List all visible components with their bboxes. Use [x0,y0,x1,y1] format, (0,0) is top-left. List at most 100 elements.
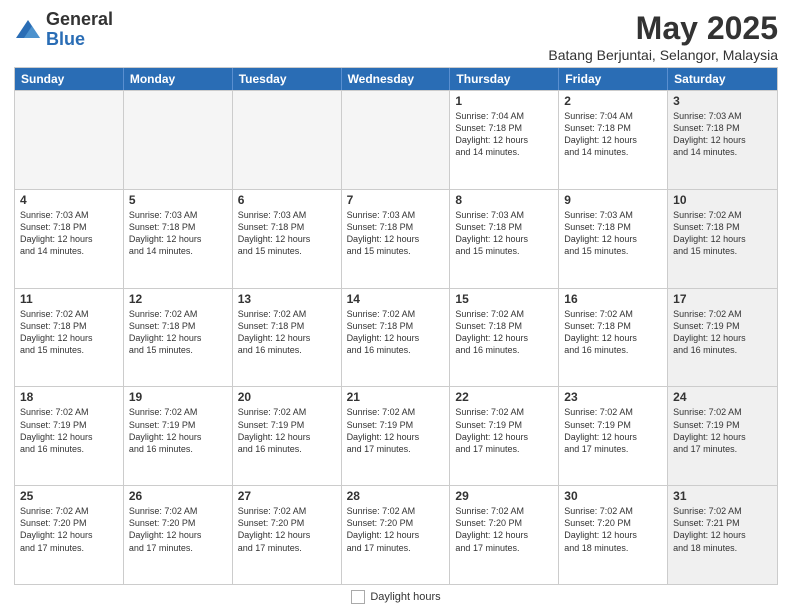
day-number: 27 [238,489,336,503]
table-row: 27 Sunrise: 7:02 AM Sunset: 7:20 PM Dayli… [233,486,342,584]
day-info: Sunrise: 7:03 AM Sunset: 7:18 PM Dayligh… [129,209,227,258]
day-number: 18 [20,390,118,404]
table-row: 31Sunrise: 7:02 AM Sunset: 7:21 PM Dayli… [668,486,777,584]
day-number: 30 [564,489,662,503]
logo-blue-text: Blue [46,30,113,50]
main-title: May 2025 [548,10,778,47]
footer-daylight: Daylight hours [351,590,440,604]
page: General Blue May 2025 Batang Berjuntai, … [0,0,792,612]
day-number: 26 [129,489,227,503]
day-number: 17 [673,292,772,306]
table-row: 14 Sunrise: 7:02 AM Sunset: 7:18 PM Dayli… [342,289,451,387]
table-row [342,91,451,189]
day-info: Sunrise: 7:03 AM Sunset: 7:18 PM Dayligh… [673,110,772,159]
day-info: Sunrise: 7:02 AM Sunset: 7:19 PM Dayligh… [673,308,772,357]
table-row [15,91,124,189]
daylight-label: Daylight hours [370,591,440,603]
day-info: Sunrise: 7:02 AM Sunset: 7:19 PM Dayligh… [238,406,336,455]
logo-general-text: General [46,10,113,30]
day-number: 19 [129,390,227,404]
day-info: Sunrise: 7:02 AM Sunset: 7:20 PM Dayligh… [129,505,227,554]
table-row [124,91,233,189]
calendar-body: 1 Sunrise: 7:04 AM Sunset: 7:18 PM Daylig… [15,90,777,584]
cal-header-sunday: Sunday [15,68,124,90]
day-info: Sunrise: 7:02 AM Sunset: 7:18 PM Dayligh… [455,308,553,357]
day-number: 16 [564,292,662,306]
day-info: Sunrise: 7:02 AM Sunset: 7:18 PM Dayligh… [20,308,118,357]
day-info: Sunrise: 7:02 AM Sunset: 7:20 PM Dayligh… [564,505,662,554]
table-row: 29Sunrise: 7:02 AM Sunset: 7:20 PM Dayli… [450,486,559,584]
table-row: 3 Sunrise: 7:03 AM Sunset: 7:18 PM Daylig… [668,91,777,189]
table-row: 9Sunrise: 7:03 AM Sunset: 7:18 PM Daylig… [559,190,668,288]
day-number: 3 [673,94,772,108]
day-info: Sunrise: 7:02 AM Sunset: 7:19 PM Dayligh… [564,406,662,455]
cal-header-saturday: Saturday [668,68,777,90]
logo: General Blue [14,10,113,50]
day-info: Sunrise: 7:02 AM Sunset: 7:20 PM Dayligh… [347,505,445,554]
table-row: 1 Sunrise: 7:04 AM Sunset: 7:18 PM Daylig… [450,91,559,189]
day-number: 5 [129,193,227,207]
cal-week-3: 11 Sunrise: 7:02 AM Sunset: 7:18 PM Dayli… [15,288,777,387]
day-info: Sunrise: 7:02 AM Sunset: 7:18 PM Dayligh… [673,209,772,258]
table-row: 13Sunrise: 7:02 AM Sunset: 7:18 PM Dayli… [233,289,342,387]
day-info: Sunrise: 7:02 AM Sunset: 7:18 PM Dayligh… [564,308,662,357]
day-info: Sunrise: 7:03 AM Sunset: 7:18 PM Dayligh… [238,209,336,258]
day-number: 28 [347,489,445,503]
day-number: 14 [347,292,445,306]
day-number: 4 [20,193,118,207]
table-row: 30 Sunrise: 7:02 AM Sunset: 7:20 PM Dayli… [559,486,668,584]
day-number: 25 [20,489,118,503]
day-info: Sunrise: 7:02 AM Sunset: 7:19 PM Dayligh… [673,406,772,455]
day-info: Sunrise: 7:02 AM Sunset: 7:20 PM Dayligh… [455,505,553,554]
day-number: 13 [238,292,336,306]
calendar: SundayMondayTuesdayWednesdayThursdayFrid… [14,67,778,585]
day-info: Sunrise: 7:03 AM Sunset: 7:18 PM Dayligh… [564,209,662,258]
day-info: Sunrise: 7:03 AM Sunset: 7:18 PM Dayligh… [347,209,445,258]
table-row: 8Sunrise: 7:03 AM Sunset: 7:18 PM Daylig… [450,190,559,288]
table-row: 11 Sunrise: 7:02 AM Sunset: 7:18 PM Dayli… [15,289,124,387]
table-row: 22Sunrise: 7:02 AM Sunset: 7:19 PM Dayli… [450,387,559,485]
day-number: 2 [564,94,662,108]
day-info: Sunrise: 7:04 AM Sunset: 7:18 PM Dayligh… [564,110,662,159]
table-row: 6 Sunrise: 7:03 AM Sunset: 7:18 PM Daylig… [233,190,342,288]
day-info: Sunrise: 7:02 AM Sunset: 7:18 PM Dayligh… [347,308,445,357]
day-number: 15 [455,292,553,306]
day-info: Sunrise: 7:04 AM Sunset: 7:18 PM Dayligh… [455,110,553,159]
table-row: 5 Sunrise: 7:03 AM Sunset: 7:18 PM Daylig… [124,190,233,288]
day-info: Sunrise: 7:03 AM Sunset: 7:18 PM Dayligh… [20,209,118,258]
day-number: 21 [347,390,445,404]
table-row: 15 Sunrise: 7:02 AM Sunset: 7:18 PM Dayli… [450,289,559,387]
day-info: Sunrise: 7:02 AM Sunset: 7:19 PM Dayligh… [20,406,118,455]
subtitle: Batang Berjuntai, Selangor, Malaysia [548,47,778,63]
day-number: 23 [564,390,662,404]
day-info: Sunrise: 7:02 AM Sunset: 7:20 PM Dayligh… [238,505,336,554]
table-row: 16 Sunrise: 7:02 AM Sunset: 7:18 PM Dayli… [559,289,668,387]
day-number: 1 [455,94,553,108]
day-number: 6 [238,193,336,207]
table-row: 24 Sunrise: 7:02 AM Sunset: 7:19 PM Dayli… [668,387,777,485]
day-number: 24 [673,390,772,404]
cal-header-wednesday: Wednesday [342,68,451,90]
title-block: May 2025 Batang Berjuntai, Selangor, Mal… [548,10,778,63]
table-row: 7 Sunrise: 7:03 AM Sunset: 7:18 PM Daylig… [342,190,451,288]
day-number: 12 [129,292,227,306]
cal-header-thursday: Thursday [450,68,559,90]
calendar-header: SundayMondayTuesdayWednesdayThursdayFrid… [15,68,777,90]
day-info: Sunrise: 7:02 AM Sunset: 7:20 PM Dayligh… [20,505,118,554]
table-row: 18 Sunrise: 7:02 AM Sunset: 7:19 PM Dayli… [15,387,124,485]
cal-week-4: 18 Sunrise: 7:02 AM Sunset: 7:19 PM Dayli… [15,386,777,485]
table-row: 19Sunrise: 7:02 AM Sunset: 7:19 PM Dayli… [124,387,233,485]
table-row: 21 Sunrise: 7:02 AM Sunset: 7:19 PM Dayli… [342,387,451,485]
day-number: 7 [347,193,445,207]
header: General Blue May 2025 Batang Berjuntai, … [14,10,778,63]
day-number: 11 [20,292,118,306]
day-number: 10 [673,193,772,207]
table-row: 26 Sunrise: 7:02 AM Sunset: 7:20 PM Dayli… [124,486,233,584]
cal-header-monday: Monday [124,68,233,90]
day-info: Sunrise: 7:02 AM Sunset: 7:18 PM Dayligh… [129,308,227,357]
table-row: 25 Sunrise: 7:02 AM Sunset: 7:20 PM Dayli… [15,486,124,584]
day-number: 22 [455,390,553,404]
cal-week-1: 1 Sunrise: 7:04 AM Sunset: 7:18 PM Daylig… [15,90,777,189]
day-info: Sunrise: 7:02 AM Sunset: 7:19 PM Dayligh… [347,406,445,455]
table-row [233,91,342,189]
